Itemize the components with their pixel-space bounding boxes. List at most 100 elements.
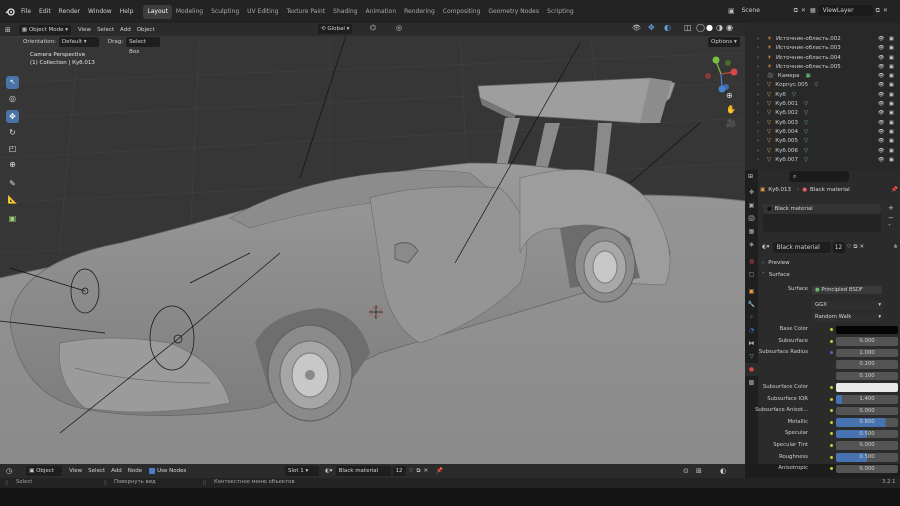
scene-copy-icon[interactable]: ⧉	[794, 7, 798, 15]
physics-tab-icon[interactable]: ◔	[745, 324, 758, 337]
render-camera-icon[interactable]: ▣	[889, 91, 894, 100]
material-slot-list[interactable]: ● Black material	[763, 204, 881, 232]
workspace-tab-shading[interactable]: Shading	[329, 5, 361, 19]
visibility-eye-icon[interactable]: 👁	[878, 63, 884, 72]
navigation-gizmo[interactable]	[700, 53, 742, 95]
slot-specials-icon[interactable]: ˅	[888, 224, 891, 231]
snap-icon[interactable]: ⌬	[370, 24, 376, 32]
expand-arrow-icon[interactable]: ›	[757, 147, 759, 156]
particles-tab-icon[interactable]: ⁘	[745, 311, 758, 324]
shader-input-value[interactable]: 0.500	[836, 429, 898, 439]
bottom-material-field[interactable]: Black material	[335, 466, 391, 476]
visibility-eye-icon[interactable]: 👁	[878, 147, 884, 156]
pin-icon[interactable]: 📌	[891, 187, 898, 193]
render-camera-icon[interactable]: ▣	[889, 147, 894, 156]
bottom-unlink-icon[interactable]: ✕	[423, 468, 428, 474]
outliner-row[interactable]: › ▽ Куб.001 ▽ 👁 ▣	[745, 100, 900, 109]
color-swatch[interactable]	[836, 383, 898, 392]
shading-render-icon[interactable]: ◉	[726, 23, 733, 32]
node-menu-view[interactable]: View	[66, 466, 85, 476]
move-tool[interactable]: ✥	[6, 110, 19, 123]
workspace-tab-geometry-nodes[interactable]: Geometry Nodes	[484, 5, 543, 19]
browse-material-icon-bottom[interactable]: ◐▾	[325, 468, 333, 474]
editor-type-icon[interactable]: ⊞	[5, 26, 11, 34]
shader-input-value[interactable]: 0.200	[836, 360, 898, 369]
shader-input-value[interactable]: 0.000	[836, 337, 898, 346]
add-slot-icon[interactable]: +	[888, 204, 894, 212]
shader-type-selector[interactable]: ▣ Object	[26, 466, 63, 476]
outliner-row[interactable]: › ▽ Куб.005 ▽ 👁 ▣	[745, 137, 900, 146]
snap-icon-bottom[interactable]: ⊙	[683, 467, 689, 475]
cursor-tool[interactable]: ◎	[6, 92, 19, 105]
shader-input-value[interactable]: 0.500	[836, 453, 898, 462]
overlay-icon[interactable]: ◐	[664, 23, 671, 32]
socket-dot-icon[interactable]	[830, 409, 833, 413]
tool-tab-icon[interactable]: ✥	[745, 186, 758, 199]
collection-tab-icon[interactable]: ▢	[745, 268, 758, 281]
fake-user-icon[interactable]: ♡	[847, 244, 852, 250]
workspace-tab-uv-editing[interactable]: UV Editing	[243, 5, 282, 19]
slot-selector[interactable]: Slot 1 ▾	[285, 466, 319, 476]
shading-wire-icon[interactable]: ◯	[696, 23, 705, 32]
color-swatch[interactable]	[836, 325, 898, 334]
node-menu-add[interactable]: Add	[108, 466, 125, 476]
node-overlay-icon[interactable]: ◐	[720, 467, 726, 475]
socket-dot-icon[interactable]	[830, 443, 833, 447]
editor-type-icon-props[interactable]: ⊞	[748, 173, 753, 180]
subsurface-method-selector[interactable]: Random Walk ▾	[812, 313, 884, 322]
socket-dot-icon[interactable]	[830, 467, 833, 471]
bottom-duplicate-icon[interactable]: ⧉	[417, 468, 421, 475]
outliner-row[interactable]: › ▽ Куб.002 ▽ 👁 ▣	[745, 109, 900, 118]
node-menu-select[interactable]: Select	[85, 466, 108, 476]
socket-dot-icon[interactable]	[830, 455, 833, 459]
unlink-material-icon[interactable]: ✕	[859, 244, 864, 250]
visibility-eye-icon[interactable]: 👁	[878, 137, 884, 146]
render-camera-icon[interactable]: ▣	[889, 63, 894, 72]
view-layer-tab-icon[interactable]: ▦	[745, 225, 758, 238]
material-users[interactable]: 12	[832, 241, 845, 253]
shader-input-value[interactable]: 1.000	[836, 348, 898, 358]
render-camera-icon[interactable]: ▣	[889, 54, 894, 63]
visibility-eye-icon[interactable]: 👁	[878, 119, 884, 128]
properties-search[interactable]: ⌕	[789, 170, 850, 182]
shader-input-value[interactable]: 0.800	[836, 418, 898, 427]
socket-dot-icon[interactable]	[830, 339, 833, 343]
expand-arrow-icon[interactable]: ›	[757, 44, 759, 53]
render-camera-icon[interactable]: ▣	[889, 137, 894, 146]
visibility-eye-icon[interactable]: 👁	[878, 100, 884, 109]
menu-render[interactable]: Render	[55, 0, 84, 23]
visibility-eye-icon[interactable]: 👁	[878, 54, 884, 63]
socket-dot-icon[interactable]	[830, 351, 833, 355]
viewport-menu-add[interactable]: Add	[117, 25, 134, 35]
outliner-row[interactable]: › ▽ Куб ▽ 👁 ▣	[745, 91, 900, 100]
workspace-tab-layout[interactable]: Layout	[143, 4, 172, 19]
output-tab-icon[interactable]: 🖨	[745, 212, 758, 225]
socket-dot-icon[interactable]	[830, 397, 833, 401]
visibility-eye-icon[interactable]: 👁	[878, 44, 884, 53]
socket-dot-icon[interactable]	[830, 432, 833, 436]
annotate-tool[interactable]: ✎	[6, 177, 19, 190]
viewport-menu-view[interactable]: View	[75, 25, 94, 35]
viewport-menu-select[interactable]: Select	[94, 25, 117, 35]
material-tab-icon[interactable]: ●	[745, 363, 758, 376]
visibility-eye-icon[interactable]: 👁	[878, 128, 884, 137]
scale-tool[interactable]: ◰	[6, 142, 19, 155]
outliner-row[interactable]: › ▽ Куб.007 ▽ 👁 ▣	[745, 156, 900, 165]
socket-dot-icon[interactable]	[830, 385, 833, 389]
shader-input-value[interactable]: 1.400	[836, 395, 898, 404]
duplicate-material-icon[interactable]: ⧉	[854, 244, 858, 251]
visibility-eye-icon[interactable]: 👁	[878, 91, 884, 100]
render-camera-icon[interactable]: ▣	[889, 81, 894, 90]
visibility-eye-icon[interactable]: 👁	[878, 109, 884, 118]
view-layer-close-icon[interactable]: ✕	[883, 7, 888, 14]
render-tab-icon[interactable]: ▣	[745, 199, 758, 212]
visibility-eye-icon[interactable]: 👁	[878, 35, 884, 44]
node-grid-icon[interactable]: ⊞	[696, 467, 702, 475]
data-tab-icon[interactable]: ▽	[745, 350, 758, 363]
transform-orientation[interactable]: ⟲ Global ▾	[318, 24, 353, 34]
drag-selector[interactable]: Select Box	[126, 36, 161, 55]
render-camera-icon[interactable]: ▣	[889, 100, 894, 109]
rotate-tool[interactable]: ↻	[6, 126, 19, 139]
options-menu[interactable]: Options ▾	[708, 37, 740, 47]
workspace-tab-rendering[interactable]: Rendering	[400, 5, 439, 19]
